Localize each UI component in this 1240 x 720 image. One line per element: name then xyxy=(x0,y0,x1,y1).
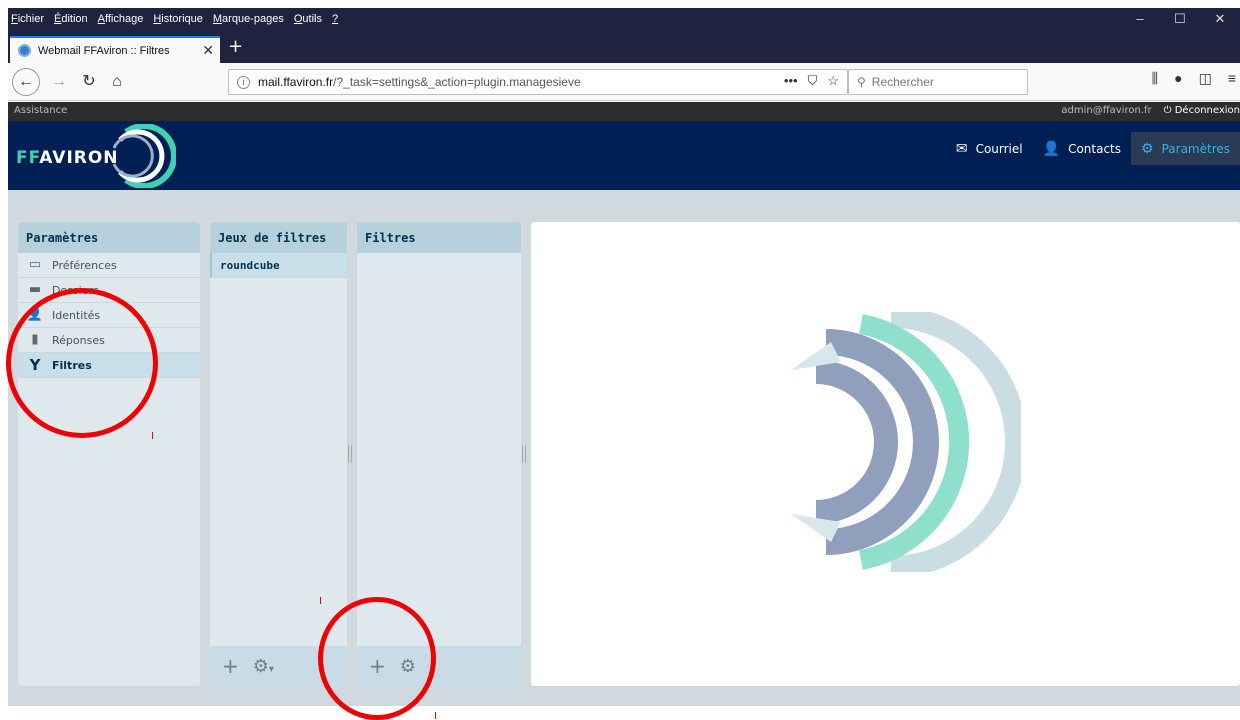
search-placeholder: Rechercher xyxy=(871,75,934,89)
envelope-icon: ✉ xyxy=(955,140,968,157)
nav-settings[interactable]: ⚙ Paramètres xyxy=(1131,132,1240,165)
annotation-mark xyxy=(320,597,321,604)
window-controls: – ☐ ✕ xyxy=(1120,8,1240,30)
splitter-handle[interactable] xyxy=(348,445,352,463)
page-actions-icon[interactable]: ••• xyxy=(784,73,798,89)
extension-icon[interactable]: ● xyxy=(1174,70,1182,87)
pocket-icon[interactable]: ⛉ xyxy=(808,73,818,89)
annotation-circle-filters xyxy=(6,288,158,438)
monitor-icon: ▭ xyxy=(28,257,42,272)
navigation-bar: ← → ↻ ⌂ i mail.ffaviron.fr /?_task=setti… xyxy=(8,63,1240,101)
sidebar-item-preferences[interactable]: ▭ Préférences xyxy=(18,253,200,278)
forward-icon[interactable]: → xyxy=(46,70,72,94)
search-box[interactable]: ⚲ Rechercher xyxy=(848,69,1028,95)
annotation-circle-add-filter xyxy=(318,597,436,720)
sidebar-icon[interactable]: ◫ xyxy=(1199,70,1212,87)
menu-marque-pages[interactable]: Marque-pages xyxy=(208,13,289,25)
filtersets-panel: Jeux de filtres roundcube + ⚙▾ xyxy=(210,222,347,686)
close-tab-icon[interactable]: ✕ xyxy=(202,42,214,59)
reload-icon[interactable]: ↻ xyxy=(76,70,102,94)
menu-outils[interactable]: Outils xyxy=(289,13,327,25)
nav-mail-label: Courriel xyxy=(975,141,1023,156)
tab-strip: Webmail FFAviron :: Filtres ✕ + xyxy=(8,30,1240,63)
annotation-mark xyxy=(435,712,436,719)
ffaviron-logo[interactable]: FFAVIRON xyxy=(16,124,176,188)
username: admin@ffaviron.fr xyxy=(1061,105,1152,116)
url-bar[interactable]: i mail.ffaviron.fr /?_task=settings&_act… xyxy=(228,69,848,95)
annotation-mark xyxy=(152,432,153,439)
top-line: Assistance admin@ffaviron.fr ⏻ Déconnexi… xyxy=(8,102,1240,121)
menu-help[interactable]: ? xyxy=(327,13,343,25)
url-path: /?_task=settings&_action=plugin.managesi… xyxy=(333,75,581,89)
sidebar-item-label: Préférences xyxy=(52,258,117,272)
menu-edition[interactable]: Édition xyxy=(49,13,93,25)
settings-panel-title: Paramètres xyxy=(18,222,200,253)
filtersets-panel-title: Jeux de filtres xyxy=(210,222,347,253)
person-icon: 👤 xyxy=(1042,140,1061,157)
nav-contacts-label: Contacts xyxy=(1068,141,1122,156)
home-icon[interactable]: ⌂ xyxy=(104,70,130,94)
folder-icon: ▬ xyxy=(28,282,42,297)
main-nav: ✉ Courriel 👤 Contacts ⚙ Paramètres xyxy=(946,132,1240,165)
logo-text: FFAVIRON xyxy=(16,148,119,168)
splitter-handle[interactable] xyxy=(522,445,526,463)
nav-settings-label: Paramètres xyxy=(1161,141,1230,156)
watermark-logo-icon xyxy=(791,312,1021,572)
filterset-actions-icon[interactable]: ⚙▾ xyxy=(253,656,274,677)
filterset-item[interactable]: roundcube xyxy=(210,253,347,278)
logout-label: Déconnexion xyxy=(1174,105,1240,116)
new-tab-icon[interactable]: + xyxy=(228,36,243,58)
filterset-label: roundcube xyxy=(220,258,280,272)
bookmark-star-icon[interactable]: ☆ xyxy=(827,73,839,89)
library-icon[interactable]: ⫼ xyxy=(1152,70,1158,87)
menu-affichage[interactable]: Affichage xyxy=(93,13,149,25)
filters-panel-title: Filtres xyxy=(357,222,521,253)
assistance-link[interactable]: Assistance xyxy=(14,105,67,116)
tab-title: Webmail FFAviron :: Filtres xyxy=(38,44,170,57)
info-icon[interactable]: i xyxy=(237,75,250,89)
search-icon: ⚲ xyxy=(857,75,866,89)
nav-contacts[interactable]: 👤 Contacts xyxy=(1033,132,1131,165)
logout-button[interactable]: ⏻ Déconnexion xyxy=(1164,105,1240,116)
url-domain: mail.ffaviron.fr xyxy=(258,75,334,89)
menu-historique[interactable]: Historique xyxy=(148,13,208,25)
hamburger-menu-icon[interactable]: ≡ xyxy=(1228,70,1236,87)
nav-mail[interactable]: ✉ Courriel xyxy=(946,132,1033,165)
maximize-icon[interactable]: ☐ xyxy=(1160,8,1200,30)
menu-fichier[interactable]: Fichier xyxy=(8,13,49,25)
menu-bar: Fichier Édition Affichage Historique Mar… xyxy=(8,8,1240,30)
back-icon[interactable]: ← xyxy=(12,68,40,96)
settings-panel: Paramètres ▭ Préférences ▬ Dossiers 👤 Id… xyxy=(18,222,200,686)
minimize-icon[interactable]: – xyxy=(1120,8,1160,30)
close-window-icon[interactable]: ✕ xyxy=(1200,8,1240,30)
add-filterset-icon[interactable]: + xyxy=(222,654,239,678)
content-frame xyxy=(531,222,1240,686)
favicon-icon xyxy=(18,44,31,57)
gear-icon: ⚙ xyxy=(1141,140,1154,157)
app-header: FFAVIRON ✉ Courriel 👤 Contacts ⚙ Paramètres xyxy=(8,121,1240,190)
browser-tab[interactable]: Webmail FFAviron :: Filtres ✕ xyxy=(10,36,220,63)
